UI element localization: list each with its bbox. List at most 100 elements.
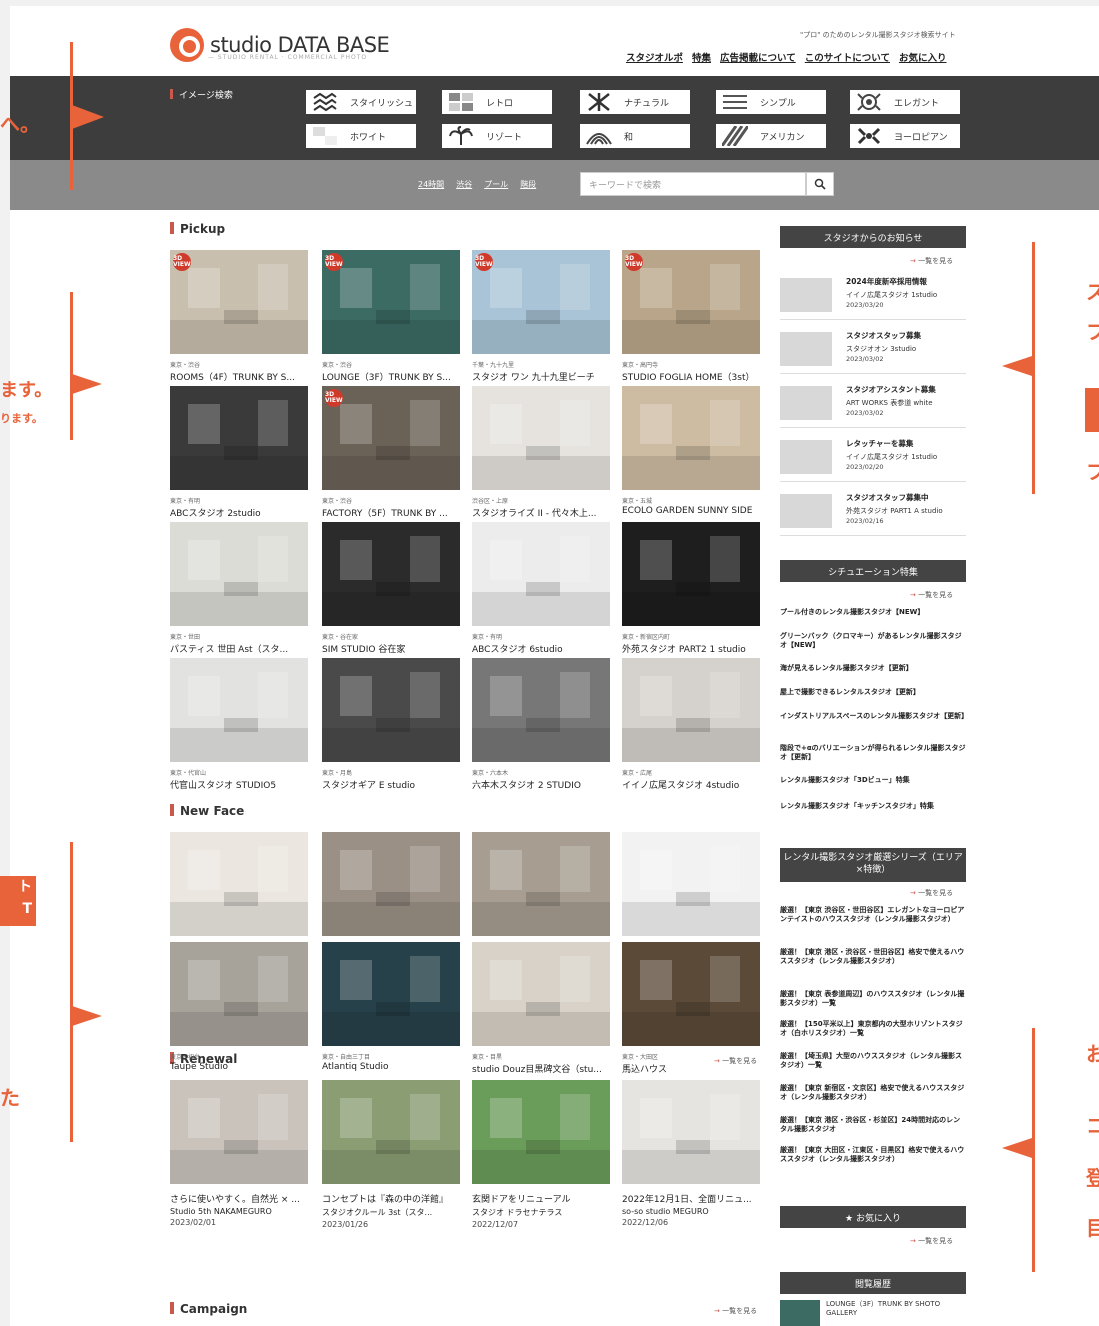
studio-card[interactable]: 東京・代官山 代官山スタジオ STUDIO5 [170, 658, 308, 791]
studio-card[interactable]: さらに使いやすく。自然光 × ... Studio 5th NAKAMEGURO 2… [170, 1080, 308, 1227]
nav-ads[interactable]: 広告掲載について [720, 50, 796, 64]
studio-name[interactable]: スタジオクルール 3st（スタ... [322, 1207, 460, 1218]
studio-name[interactable]: ECOLO GARDEN SUNNY SIDE [622, 506, 760, 516]
studio-card[interactable]: 3D VIEW 東京・渋谷 FACTORY（5F）TRUNK BY ... [322, 386, 460, 519]
situation-link[interactable]: レンタル撮影スタジオ「3Dビュー」特集 [780, 776, 966, 785]
style-button-8[interactable]: アメリカン [716, 124, 826, 148]
studio-photo[interactable] [622, 522, 760, 626]
studio-name[interactable]: パスティス 世田 Ast（スタ... [170, 642, 308, 655]
studio-card[interactable]: 東京・新宿区内町 外苑スタジオ PART2 1 studio [622, 522, 760, 655]
series-link[interactable]: 厳選！【東京 表参道周辺】のハウススタジオ（レンタル撮影スタジオ）一覧 [780, 990, 966, 1009]
studio-name[interactable]: SIM STUDIO 谷在家 [322, 642, 460, 655]
studio-photo[interactable] [170, 832, 308, 936]
news-thumbnail[interactable] [780, 440, 832, 474]
studio-name[interactable]: スタジオ ワン 九十九里ビーチ [472, 370, 610, 383]
studio-photo[interactable] [170, 522, 308, 626]
studio-card[interactable]: コンセプトは『森の中の洋館』 スタジオクルール 3st（スタ... 2023/01/… [322, 1080, 460, 1229]
studio-photo[interactable]: 3D VIEW [170, 250, 308, 354]
studio-photo[interactable]: 3D VIEW [622, 250, 760, 354]
studio-card[interactable]: 2022年12月1日、全面リニュ... so-so studio MEGURO 20… [622, 1080, 760, 1227]
news-item[interactable]: レタッチャーを募集 イイノ広尾スタジオ 1studio 2023/02/20 [780, 438, 966, 482]
studio-card[interactable]: 東京・月島 スタジオギア E studio [322, 658, 460, 791]
news-thumbnail[interactable] [780, 332, 832, 366]
quick-link-stairs[interactable]: 階段 [520, 179, 536, 190]
studio-card[interactable]: 玄関ドアをリニューアル スタジオ ドラセナテラス 2022/12/07 [472, 1080, 610, 1229]
studio-photo[interactable] [622, 658, 760, 762]
studio-card[interactable]: 3D VIEW 東京・渋谷 LOUNGE（3F）TRUNK BY S... [322, 250, 460, 383]
studio-photo[interactable] [622, 832, 760, 936]
series-link[interactable]: 厳選！【東京 港区・渋谷区・世田谷区】格安で使えるハウススタジオ（レンタル撮影ス… [780, 948, 966, 967]
studio-card[interactable]: 東京・世田 パスティス 世田 Ast（スタ... [170, 522, 308, 655]
studio-photo[interactable] [472, 832, 610, 936]
studio-photo[interactable] [622, 942, 760, 1046]
studio-name[interactable]: so-so studio MEGURO [622, 1207, 760, 1216]
news-thumbnail[interactable] [780, 386, 832, 420]
renewal-headline[interactable]: 2022年12月1日、全面リニュ... [622, 1192, 760, 1205]
keyword-search-input[interactable]: キーワードで検索 [580, 172, 806, 196]
situation-link[interactable]: インダストリアルスペースのレンタル撮影スタジオ【更新】 [780, 712, 968, 721]
series-link[interactable]: 厳選！【埼玉県】大型のハウススタジオ（レンタル撮影スタジオ）一覧 [780, 1052, 966, 1071]
news-title[interactable]: レタッチャーを募集 [846, 438, 913, 449]
style-button-3[interactable]: シンプル [716, 90, 826, 114]
studio-photo[interactable] [322, 1080, 460, 1184]
series-link[interactable]: 厳選！【東京 港区・渋谷区・杉並区】24時間対応のレンタル撮影スタジオ [780, 1116, 966, 1135]
studio-card[interactable]: 3D VIEW 千葉・九十九里 スタジオ ワン 九十九里ビーチ [472, 250, 610, 383]
style-button-6[interactable]: リゾート [442, 124, 552, 148]
style-button-0[interactable]: スタイリッシュ [306, 90, 416, 114]
favorites-more-link[interactable]: 一覧を見る [910, 1236, 953, 1246]
studio-card[interactable]: 3D VIEW 東京・渋谷 ROOMS（4F）TRUNK BY S... [170, 250, 308, 383]
studio-photo[interactable] [472, 386, 610, 490]
style-button-5[interactable]: ホワイト [306, 124, 416, 148]
studio-photo[interactable] [622, 1080, 760, 1184]
studio-card[interactable]: 東京・有明 ABCスタジオ 6studio [472, 522, 610, 655]
style-button-9[interactable]: ヨーロピアン [850, 124, 960, 148]
quick-link-shibuya[interactable]: 渋谷 [456, 179, 472, 190]
nav-favorites[interactable]: お気に入り [899, 50, 947, 64]
news-item[interactable]: 2024年度新卒採用情報 イイノ広尾スタジオ 1studio 2023/03/20 [780, 276, 966, 320]
studio-name[interactable]: イイノ広尾スタジオ 4studio [622, 778, 760, 791]
news-item[interactable]: スタジオアシスタント募集 ART WORKS 表参道 white 2023/03/0… [780, 384, 966, 428]
news-title[interactable]: スタジオスタッフ募集 [846, 330, 921, 341]
studio-name[interactable]: 馬込ハウス [622, 1062, 760, 1075]
history-thumbnail[interactable] [780, 1300, 820, 1326]
studio-card[interactable]: 東京・広尾 イイノ広尾スタジオ 4studio [622, 658, 760, 791]
nav-feature[interactable]: 特集 [692, 50, 711, 64]
style-button-2[interactable]: ナチュラル [580, 90, 690, 114]
studio-name[interactable]: 外苑スタジオ PART2 1 studio [622, 642, 760, 655]
campaign-more-link[interactable]: 一覧を見る [714, 1306, 757, 1316]
nav-about[interactable]: このサイトについて [805, 50, 890, 64]
studio-photo[interactable] [622, 386, 760, 490]
studio-name[interactable]: studio Douz目黒碑文谷（stu... [472, 1062, 610, 1075]
studio-card[interactable]: 東京・有明 ABCスタジオ 2studio [170, 386, 308, 519]
studio-photo[interactable] [472, 942, 610, 1046]
studio-name[interactable]: ABCスタジオ 6studio [472, 642, 610, 655]
studio-card[interactable]: 東京・谷在家 SIM STUDIO 谷在家 [322, 522, 460, 655]
studio-name[interactable]: ABCスタジオ 2studio [170, 506, 308, 519]
news-more-link[interactable]: 一覧を見る [910, 256, 953, 266]
studio-photo[interactable] [322, 522, 460, 626]
studio-photo[interactable] [322, 942, 460, 1046]
studio-name[interactable]: スタジオ ドラセナテラス [472, 1207, 610, 1218]
studio-name[interactable]: スタジオライズ II - 代々木上... [472, 506, 610, 519]
studio-photo[interactable]: 3D VIEW [322, 250, 460, 354]
situation-link[interactable]: グリーンバック（クロマキー）があるレンタル撮影スタジオ【NEW】 [780, 632, 966, 651]
series-link[interactable]: 厳選！【東京 渋谷区・世田谷区】エレガントなヨーロピアンテイストのハウススタジオ… [780, 906, 966, 925]
news-title[interactable]: 2024年度新卒採用情報 [846, 276, 927, 287]
studio-card[interactable]: 東京・目黒 studio Douz目黒碑文谷（stu... [472, 942, 610, 1075]
nav-studio-repo[interactable]: スタジオルポ [626, 50, 683, 64]
situation-link[interactable]: レンタル撮影スタジオ「キッチンスタジオ」特集 [780, 802, 966, 811]
studio-card[interactable]: 渋谷区・上原 スタジオライズ II - 代々木上... [472, 386, 610, 519]
quick-link-pool[interactable]: プール [484, 179, 508, 190]
studio-name[interactable]: Atlantiq Studio [322, 1062, 460, 1072]
renewal-headline[interactable]: 玄関ドアをリニューアル [472, 1192, 610, 1205]
studio-photo[interactable] [170, 658, 308, 762]
studio-photo[interactable] [170, 1080, 308, 1184]
studio-photo[interactable] [322, 658, 460, 762]
situation-link[interactable]: プール付きのレンタル撮影スタジオ【NEW】 [780, 608, 966, 617]
news-thumbnail[interactable] [780, 494, 832, 528]
studio-card[interactable]: 東京・六本木 六本木スタジオ 2 STUDIO [472, 658, 610, 791]
studio-name[interactable]: STUDIO FOGLIA HOME（3st） [622, 370, 760, 383]
studio-name[interactable]: スタジオギア E studio [322, 778, 460, 791]
studio-photo[interactable] [472, 1080, 610, 1184]
studio-name[interactable]: 六本木スタジオ 2 STUDIO [472, 778, 610, 791]
